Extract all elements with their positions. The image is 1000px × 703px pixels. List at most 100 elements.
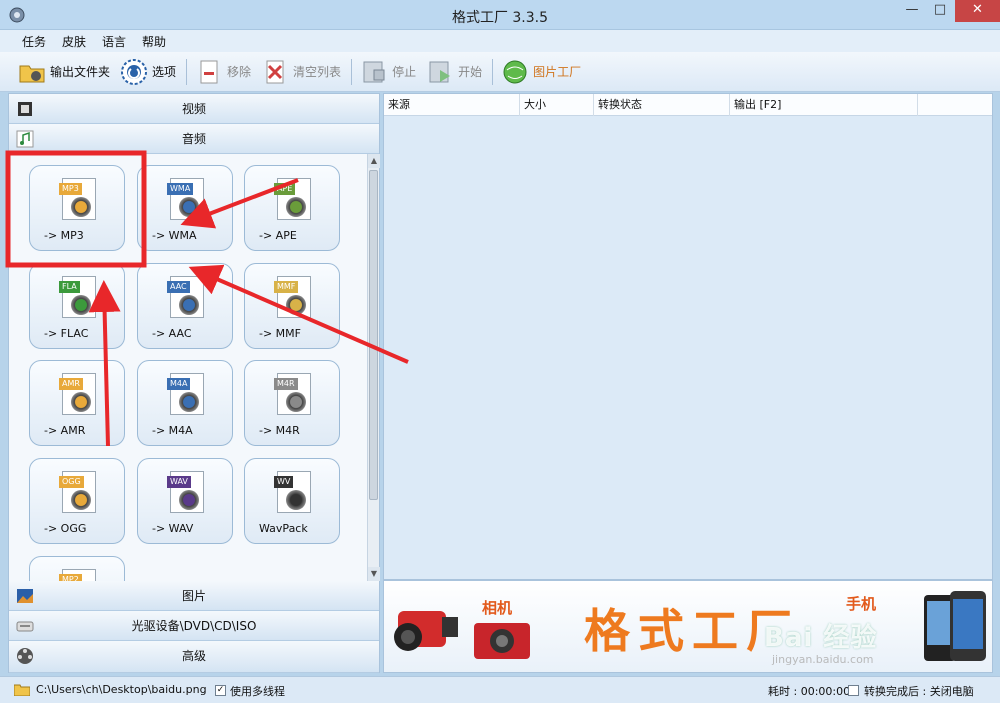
- format-label: WavPack: [259, 522, 308, 535]
- stop-button[interactable]: 停止: [360, 56, 416, 88]
- format-tag: WAV: [167, 476, 191, 488]
- options-button[interactable]: 选项: [120, 56, 176, 88]
- format-label: -> WAV: [152, 522, 194, 535]
- format-tile[interactable]: MP3 -> MP3: [29, 165, 125, 251]
- format-tag: WMA: [167, 183, 194, 195]
- format-grid: MP3 -> MP3 WMA -> WMA APE -> APE FLA -> FLAC AAC…: [9, 154, 367, 581]
- category-video[interactable]: 视频: [9, 94, 379, 124]
- format-tag: MMF: [274, 281, 299, 293]
- column-size[interactable]: 大小: [520, 94, 594, 116]
- format-tile[interactable]: APE -> APE: [244, 165, 340, 251]
- format-tile[interactable]: AAC -> AAC: [137, 263, 233, 349]
- disc-drive-icon: [16, 621, 34, 632]
- minimize-button[interactable]: —: [898, 0, 926, 22]
- phone-icon: [924, 591, 986, 661]
- file-icon: FLA: [59, 276, 96, 318]
- film-reel-icon: [17, 648, 33, 664]
- format-tile[interactable]: WMA -> WMA: [137, 165, 233, 251]
- start-icon: [429, 61, 451, 82]
- format-tile[interactable]: WV WavPack: [244, 458, 340, 544]
- format-tile[interactable]: WAV -> WAV: [137, 458, 233, 544]
- format-graphic-icon: [286, 490, 306, 510]
- file-icon: APE: [274, 178, 311, 220]
- file-icon: AAC: [167, 276, 204, 318]
- folder-icon: [19, 65, 45, 82]
- format-tile[interactable]: M4R -> M4R: [244, 360, 340, 446]
- after-done-label: 转换完成后 : 关闭电脑: [864, 685, 974, 698]
- format-tile[interactable]: M4A -> M4A: [137, 360, 233, 446]
- menu-language[interactable]: 语言: [94, 30, 134, 50]
- maximize-button[interactable]: □: [926, 0, 954, 22]
- format-tag: MP2: [59, 574, 82, 581]
- file-icon: MMF: [274, 276, 311, 318]
- scroll-thumb[interactable]: [369, 170, 378, 500]
- multithread-checkbox[interactable]: ✓: [215, 685, 226, 696]
- output-folder-button[interactable]: 输出文件夹: [18, 56, 110, 88]
- file-icon: M4A: [167, 373, 204, 415]
- after-done-checkbox[interactable]: [848, 685, 859, 696]
- file-icon: WMA: [167, 178, 204, 220]
- toolbar-separator: [186, 58, 188, 85]
- format-label: -> WMA: [152, 229, 197, 242]
- format-label: -> AMR: [44, 424, 86, 437]
- menu-skin[interactable]: 皮肤: [54, 30, 94, 50]
- gear-icon: [121, 58, 148, 85]
- format-graphic-icon: [179, 197, 199, 217]
- camcorder-icon: [394, 611, 458, 651]
- file-icon: MP3: [59, 178, 96, 220]
- column-source[interactable]: 来源: [384, 94, 520, 116]
- category-audio[interactable]: 音频: [9, 124, 379, 154]
- category-picture[interactable]: 图片: [9, 581, 379, 611]
- format-tile[interactable]: AMR -> AMR: [29, 360, 125, 446]
- remove-button[interactable]: 移除: [195, 56, 251, 88]
- format-tile[interactable]: FLA -> FLAC: [29, 263, 125, 349]
- close-button[interactable]: ✕: [955, 0, 1000, 22]
- file-icon: M4R: [274, 373, 311, 415]
- format-label: -> M4R: [259, 424, 300, 437]
- picture-icon: [17, 589, 33, 603]
- format-tag: WV: [274, 476, 294, 488]
- format-label: -> MMF: [259, 327, 301, 340]
- category-dvd[interactable]: 光驱设备\DVD\CD\ISO: [9, 611, 379, 641]
- globe-icon: [503, 60, 527, 83]
- format-tag: AAC: [167, 281, 190, 293]
- multithread-label: 使用多线程: [230, 685, 285, 698]
- camera-icon: [474, 623, 530, 659]
- output-path[interactable]: C:\Users\ch\Desktop\baidu.png: [36, 683, 207, 696]
- menu-task[interactable]: 任务: [14, 30, 54, 50]
- format-label: -> M4A: [152, 424, 193, 437]
- format-graphic-icon: [286, 392, 306, 412]
- format-graphic-icon: [179, 295, 199, 315]
- clear-list-button[interactable]: 清空列表: [261, 56, 341, 88]
- category-advanced[interactable]: 高级: [9, 641, 379, 673]
- format-graphic-icon: [71, 197, 91, 217]
- column-output[interactable]: 输出 [F2]: [730, 94, 918, 116]
- menu-bar: 任务 皮肤 语言 帮助: [0, 30, 1000, 52]
- format-tile[interactable]: OGG -> OGG: [29, 458, 125, 544]
- menu-help[interactable]: 帮助: [134, 30, 174, 50]
- task-list[interactable]: 来源 大小 转换状态 输出 [F2]: [383, 93, 993, 580]
- file-icon: WV: [274, 471, 311, 513]
- format-graphic-icon: [71, 490, 91, 510]
- format-tag: OGG: [59, 476, 84, 488]
- format-tag: MP3: [59, 183, 82, 195]
- format-label: -> AAC: [152, 327, 192, 340]
- start-button[interactable]: 开始: [426, 56, 482, 88]
- scroll-down-icon[interactable]: ▼: [368, 567, 380, 581]
- format-tag: FLA: [59, 281, 80, 293]
- watermark: Bai 经验: [764, 623, 878, 653]
- file-icon: MP2: [59, 569, 96, 581]
- scroll-up-icon[interactable]: ▲: [368, 154, 380, 168]
- format-label: -> APE: [259, 229, 297, 242]
- elapsed-time: 耗时 : 00:00:00: [768, 685, 851, 698]
- clear-list-icon: [266, 60, 284, 83]
- format-tile[interactable]: MMF -> MMF: [244, 263, 340, 349]
- format-tag: M4A: [167, 378, 191, 390]
- format-label: -> OGG: [44, 522, 87, 535]
- toolbar-separator: [492, 58, 494, 85]
- format-tile[interactable]: MP2: [29, 556, 125, 581]
- format-scrollbar[interactable]: ▲ ▼: [367, 154, 380, 581]
- picture-factory-button[interactable]: 图片工厂: [501, 56, 581, 88]
- column-status[interactable]: 转换状态: [594, 94, 730, 116]
- music-note-icon: [16, 130, 34, 148]
